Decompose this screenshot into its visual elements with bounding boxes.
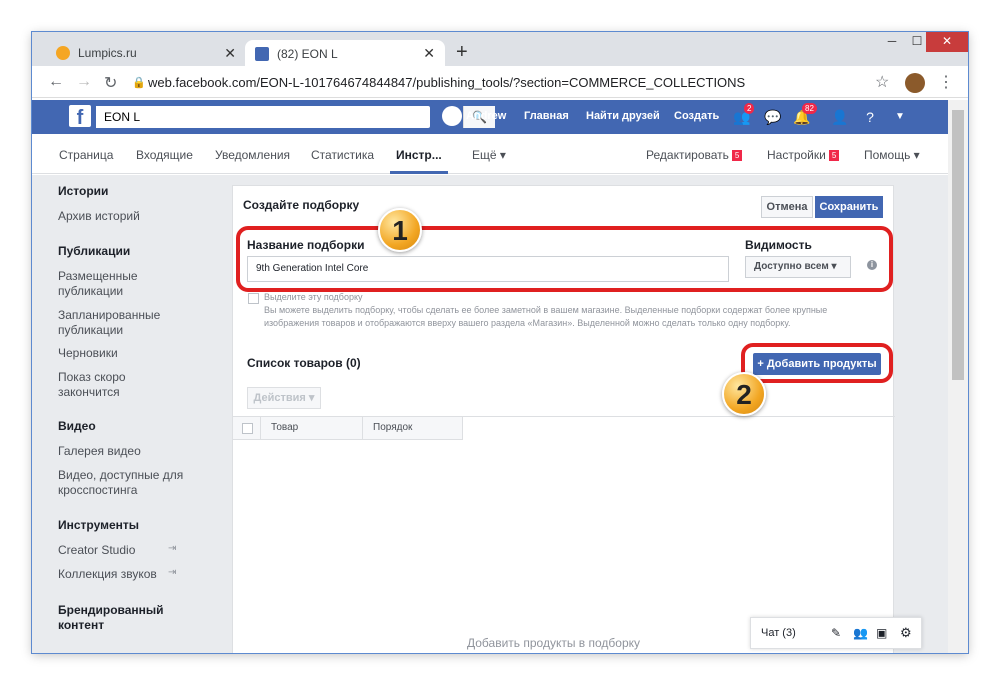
table-header-checkbox-cell [233, 417, 261, 440]
reload-icon[interactable]: ↻ [104, 73, 117, 93]
sidebar-heading-tools: Инструменты [58, 518, 140, 532]
active-tab-indicator [390, 171, 448, 174]
cancel-button[interactable]: Отмена [761, 196, 813, 218]
gear-icon[interactable]: ⚙ [900, 625, 912, 641]
video-call-icon[interactable]: ▣ [876, 626, 887, 640]
external-link-icon: ⇥ [168, 567, 177, 578]
step-marker-2: 2 [722, 372, 766, 416]
sidebar-item-sound-collection[interactable]: Коллекция звуков [58, 567, 157, 582]
main-content: Истории Архив историй Публикации Размеще… [32, 175, 948, 653]
page-nav: Страница Входящие Уведомления Статистика… [32, 134, 948, 174]
feature-checkbox-label: Выделите эту подборку [264, 292, 363, 302]
page-title: Создайте подборку [243, 198, 360, 212]
lock-icon: 🔒 [132, 77, 146, 89]
forward-icon[interactable]: → [76, 73, 92, 91]
tab-more[interactable]: Ещё ▾ [472, 148, 506, 162]
empty-state-text: Добавить продукты в подборку [467, 636, 641, 650]
highlight-box-step1 [236, 226, 893, 292]
address-bar[interactable]: web.facebook.com/EON-L-101764674844847/p… [148, 75, 745, 90]
create-link[interactable]: Создать [674, 110, 719, 122]
help-icon[interactable]: ? [860, 107, 880, 127]
sidebar-item-video-library[interactable]: Галерея видео [58, 444, 141, 459]
sidebar-item-creator-studio[interactable]: Creator Studio [58, 543, 135, 558]
actions-dropdown[interactable]: Действия ▾ [247, 387, 321, 409]
sidebar-item-scheduled[interactable]: Запланированные публикации [58, 308, 168, 338]
save-button[interactable]: Сохранить [815, 196, 883, 218]
new-tab-button[interactable]: + [456, 41, 468, 64]
edit-link[interactable]: Редактировать 5 [646, 148, 743, 162]
notifications-badge: 82 [802, 103, 817, 114]
search-input[interactable] [96, 106, 396, 128]
sidebar-heading-video: Видео [58, 419, 96, 433]
sidebar-heading-branded: Брендированный контент [58, 603, 164, 632]
sidebar-item-published[interactable]: Размещенные публикации [58, 269, 148, 299]
chevron-down-icon[interactable]: ▼ [890, 107, 910, 127]
chat-bar[interactable]: Чат (3) ✎ 👥 ▣ ⚙ [750, 617, 922, 649]
tab-close-icon[interactable]: ✕ [423, 45, 435, 62]
sidebar-item-crossposting[interactable]: Видео, доступные для кросспостинга [58, 468, 188, 498]
sidebar-heading-stories: Истории [58, 184, 109, 198]
find-friends-link[interactable]: Найти друзей [586, 110, 660, 122]
profile-link[interactable]: Andrew [466, 110, 506, 122]
settings-label: Настройки [767, 148, 826, 162]
tab-inbox[interactable]: Входящие [136, 148, 193, 162]
browser-window: Lumpics.ru ✕ (82) EON L ✕ + ─ ☐ ✕ ← → ↻ … [32, 32, 968, 653]
products-list-heading: Список товаров (0) [247, 356, 361, 370]
tab-title: (82) EON L [277, 46, 338, 61]
browser-toolbar: ← → ↻ 🔒 web.facebook.com/EON-L-101764674… [32, 66, 968, 98]
close-window-button[interactable]: ✕ [926, 32, 968, 52]
title-bar: Lumpics.ru ✕ (82) EON L ✕ + ─ ☐ ✕ [32, 32, 968, 67]
edit-badge: 5 [731, 150, 743, 161]
scrollbar-thumb[interactable] [952, 110, 964, 380]
messenger-icon[interactable]: 💬 [763, 107, 783, 127]
column-header-order[interactable]: Порядок [363, 417, 463, 440]
select-all-checkbox[interactable] [242, 423, 253, 434]
step-marker-1: 1 [378, 208, 422, 252]
highlight-box-step2 [741, 343, 893, 383]
edit-label: Редактировать [646, 148, 729, 162]
help-link[interactable]: Помощь ▾ [864, 148, 920, 162]
tab-notifications[interactable]: Уведомления [215, 148, 290, 162]
browser-menu-icon[interactable]: ⋮ [938, 72, 954, 92]
sidebar-item-story-archive[interactable]: Архив историй [58, 209, 140, 224]
compose-icon[interactable]: ✎ [831, 626, 841, 640]
avatar[interactable] [442, 106, 462, 126]
facebook-logo-icon[interactable]: f [69, 105, 91, 129]
friends-badge: 2 [744, 103, 755, 114]
home-link[interactable]: Главная [524, 110, 569, 122]
tab-lumpics[interactable]: Lumpics.ru ✕ [46, 40, 246, 66]
chat-label: Чат (3) [761, 627, 796, 639]
settings-link[interactable]: Настройки 5 [767, 148, 840, 162]
search-box: 🔍 [96, 106, 495, 128]
back-icon[interactable]: ← [48, 73, 64, 91]
pages-icon[interactable]: 👤 [830, 107, 850, 127]
tab-publishing-tools[interactable]: Инстр... [396, 148, 442, 162]
settings-badge: 5 [828, 150, 840, 161]
sidebar-item-expiring[interactable]: Показ скоро закончится [58, 370, 138, 400]
tab-title: Lumpics.ru [78, 46, 137, 60]
tab-facebook[interactable]: (82) EON L ✕ [245, 40, 445, 67]
facebook-favicon-icon [255, 46, 269, 61]
feature-checkbox[interactable] [248, 293, 259, 304]
tab-insights[interactable]: Статистика [311, 148, 374, 162]
profile-avatar[interactable] [905, 73, 925, 93]
create-collection-panel: Создайте подборку Отмена Сохранить Назва… [232, 185, 895, 653]
scrollbar[interactable] [948, 100, 968, 653]
column-header-product[interactable]: Товар [261, 417, 363, 440]
facebook-header: f 🔍 Andrew Главная Найти друзей Создать … [32, 100, 948, 134]
group-icon[interactable]: 👥 [853, 626, 868, 640]
tab-page[interactable]: Страница [59, 148, 113, 162]
bookmark-star-icon[interactable]: ☆ [875, 72, 889, 92]
external-link-icon: ⇥ [168, 543, 177, 554]
sidebar-item-drafts[interactable]: Черновики [58, 346, 118, 361]
lumpics-favicon-icon [56, 46, 70, 60]
sidebar-heading-posts: Публикации [58, 244, 131, 258]
feature-description: Вы можете выделить подборку, чтобы сдела… [264, 305, 828, 328]
tab-close-icon[interactable]: ✕ [224, 45, 236, 62]
